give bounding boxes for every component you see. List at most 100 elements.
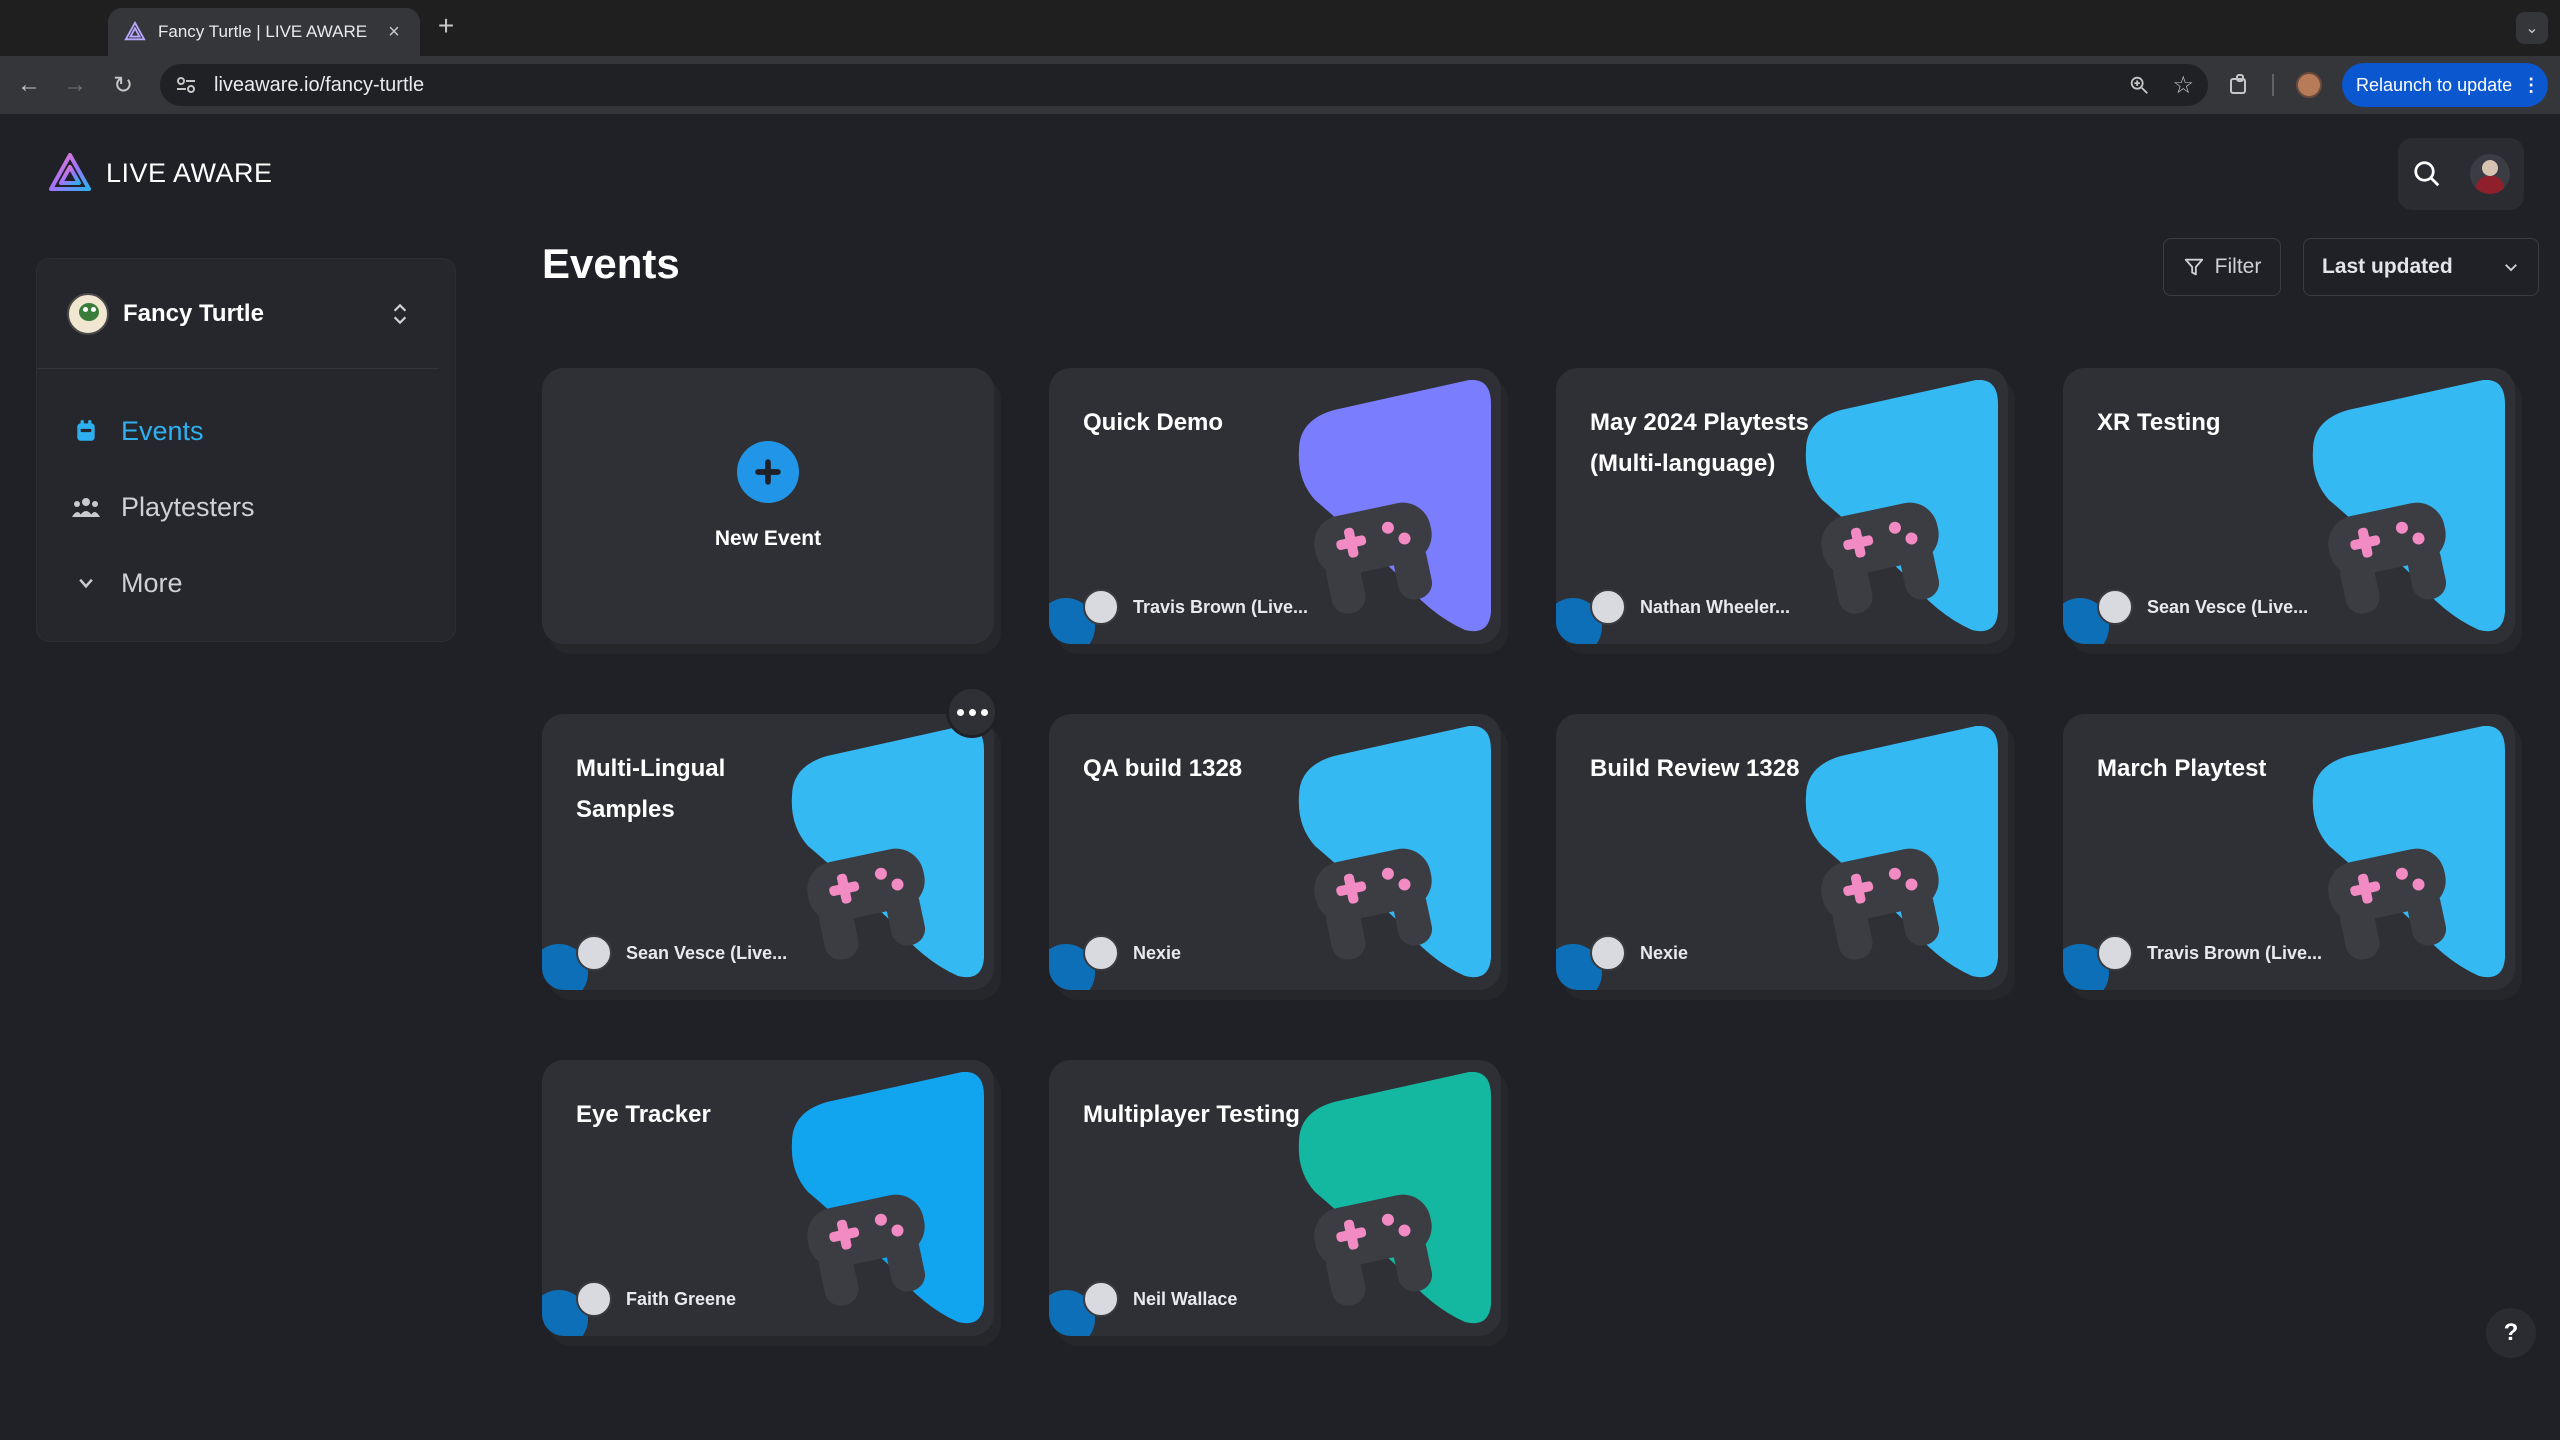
live-aware-favicon-icon — [124, 21, 146, 41]
event-card[interactable]: Eye Tracker Faith Greene — [542, 1060, 994, 1336]
site-info-icon[interactable] — [174, 73, 198, 97]
event-owner: Nexie — [1049, 916, 1309, 990]
gamepad-art-icon — [791, 726, 984, 978]
event-owner: Sean Vesce (Live... — [2063, 570, 2323, 644]
app-root: LIVE AWARE Fancy Turtle Events Playteste… — [0, 114, 2560, 1440]
owner-avatar — [2097, 935, 2133, 971]
workspace-name: Fancy Turtle — [123, 299, 264, 327]
owner-avatar — [576, 1281, 612, 1317]
new-event-card[interactable]: New Event — [542, 368, 994, 644]
calendar-icon — [71, 416, 101, 446]
owner-name: Neil Wallace — [1133, 1288, 1238, 1309]
new-event-label: New Event — [714, 527, 822, 550]
brand-name: LIVE AWARE — [106, 157, 273, 188]
event-card[interactable]: Multi-Lingual Samples Sean Vesce (Live..… — [542, 714, 994, 990]
owner-name: Sean Vesce (Live... — [2147, 596, 2309, 617]
browser-toolbar: ← → ↻ liveaware.io/fancy-turtle ☆ Relaun… — [0, 56, 2560, 114]
browser-profile-avatar[interactable] — [2290, 66, 2328, 104]
sidebar-nav: Events Playtesters More — [37, 369, 455, 621]
search-icon[interactable] — [2412, 159, 2442, 189]
brand-logo[interactable]: LIVE AWARE — [48, 152, 273, 194]
toolbar-divider — [2272, 74, 2274, 96]
user-avatar[interactable] — [2470, 154, 2510, 194]
chevron-down-icon — [2505, 264, 2517, 272]
event-card[interactable]: May 2024 Playtests (Multi-language) Nath… — [1556, 368, 2008, 644]
gamepad-art-icon — [2312, 726, 2505, 978]
owner-name: Travis Brown (Live... — [2147, 942, 2323, 963]
owner-avatar — [1590, 935, 1626, 971]
owner-avatar — [1083, 589, 1119, 625]
card-more-options-button[interactable] — [946, 686, 998, 738]
event-title: QA build 1328 — [1083, 755, 1243, 782]
owner-avatar — [1083, 935, 1119, 971]
owner-avatar — [576, 935, 612, 971]
sidebar-item-more[interactable]: More — [37, 545, 455, 621]
filter-button[interactable]: Filter — [2163, 238, 2281, 296]
event-title: Multi-Lingual Samples — [576, 755, 726, 823]
owner-avatar — [1590, 589, 1626, 625]
address-bar[interactable]: liveaware.io/fancy-turtle ☆ — [160, 64, 2208, 106]
sort-value: Last updated — [2322, 255, 2453, 278]
event-card[interactable]: Quick Demo Travis Brown (Live... — [1049, 368, 1501, 644]
new-tab-icon[interactable]: + — [430, 10, 462, 42]
owner-name: Nexie — [1133, 942, 1182, 963]
workspace-switcher[interactable]: Fancy Turtle — [37, 259, 439, 369]
owner-name: Travis Brown (Live... — [1133, 596, 1309, 617]
event-card[interactable]: March Playtest Travis Brown (Live... — [2063, 714, 2515, 990]
sidebar-item-events[interactable]: Events — [37, 393, 455, 469]
plus-icon — [737, 441, 799, 503]
event-title: Build Review 1328 — [1590, 755, 1800, 782]
back-icon[interactable]: ← — [10, 66, 48, 104]
browser-tab-strip: Fancy Turtle | LIVE AWARE × + ⌄ — [0, 0, 2560, 56]
event-card[interactable]: XR Testing Sean Vesce (Live... — [2063, 368, 2515, 644]
event-title: XR Testing — [2097, 409, 2221, 436]
event-card[interactable]: Multiplayer Testing Neil Wallace — [1049, 1060, 1501, 1336]
event-owner: Neil Wallace — [1049, 1262, 1309, 1336]
event-owner: Faith Greene — [542, 1262, 802, 1336]
tab-search-icon[interactable]: ⌄ — [2516, 12, 2548, 44]
event-owner: Nathan Wheeler... — [1556, 570, 1816, 644]
owner-avatar — [2097, 589, 2133, 625]
forward-icon[interactable]: → — [56, 66, 94, 104]
owner-name: Nexie — [1640, 942, 1689, 963]
gamepad-art-icon — [1805, 380, 1998, 632]
browser-tab[interactable]: Fancy Turtle | LIVE AWARE × — [108, 8, 420, 56]
sidebar-item-playtesters[interactable]: Playtesters — [37, 469, 455, 545]
owner-avatar — [1083, 1281, 1119, 1317]
reload-icon[interactable]: ↻ — [104, 66, 142, 104]
zoom-icon[interactable] — [2128, 74, 2150, 96]
sidebar: Fancy Turtle Events Playtesters More — [36, 258, 456, 642]
gamepad-art-icon — [1298, 380, 1491, 632]
event-owner: Nexie — [1556, 916, 1816, 990]
owner-name: Sean Vesce (Live... — [626, 942, 788, 963]
filter-label: Filter — [2214, 255, 2262, 278]
chevron-down-icon — [71, 568, 101, 598]
bookmark-star-icon[interactable]: ☆ — [2172, 71, 2194, 100]
gamepad-art-icon — [2312, 380, 2505, 632]
event-owner: Travis Brown (Live... — [1049, 570, 1309, 644]
filter-icon — [2184, 258, 2203, 276]
tab-close-icon[interactable]: × — [382, 21, 406, 44]
relaunch-label: Relaunch to update — [2356, 74, 2513, 95]
event-owner: Sean Vesce (Live... — [542, 916, 802, 990]
event-title: Multiplayer Testing — [1083, 1101, 1300, 1128]
page-title: Events — [542, 240, 680, 287]
event-title: May 2024 Playtests (Multi-language) — [1590, 409, 1809, 477]
sidebar-item-label: Events — [121, 415, 204, 446]
event-card[interactable]: Build Review 1328 Nexie — [1556, 714, 2008, 990]
owner-name: Nathan Wheeler... — [1640, 596, 1791, 617]
url-text: liveaware.io/fancy-turtle — [214, 73, 425, 96]
extensions-icon[interactable] — [2220, 66, 2258, 104]
sort-dropdown[interactable]: Last updated — [2303, 238, 2539, 296]
gamepad-art-icon — [1298, 1072, 1491, 1324]
sidebar-item-label: More — [121, 567, 183, 598]
owner-name: Faith Greene — [626, 1288, 737, 1309]
relaunch-button[interactable]: Relaunch to update ⋮ — [2342, 63, 2548, 107]
gamepad-art-icon — [1298, 726, 1491, 978]
sidebar-item-label: Playtesters — [121, 491, 255, 522]
people-icon — [71, 492, 101, 522]
help-button[interactable]: ? — [2486, 1308, 2536, 1358]
kebab-menu-icon: ⋮ — [2522, 74, 2541, 95]
event-card[interactable]: QA build 1328 Nexie — [1049, 714, 1501, 990]
live-aware-logo-icon — [49, 153, 91, 191]
